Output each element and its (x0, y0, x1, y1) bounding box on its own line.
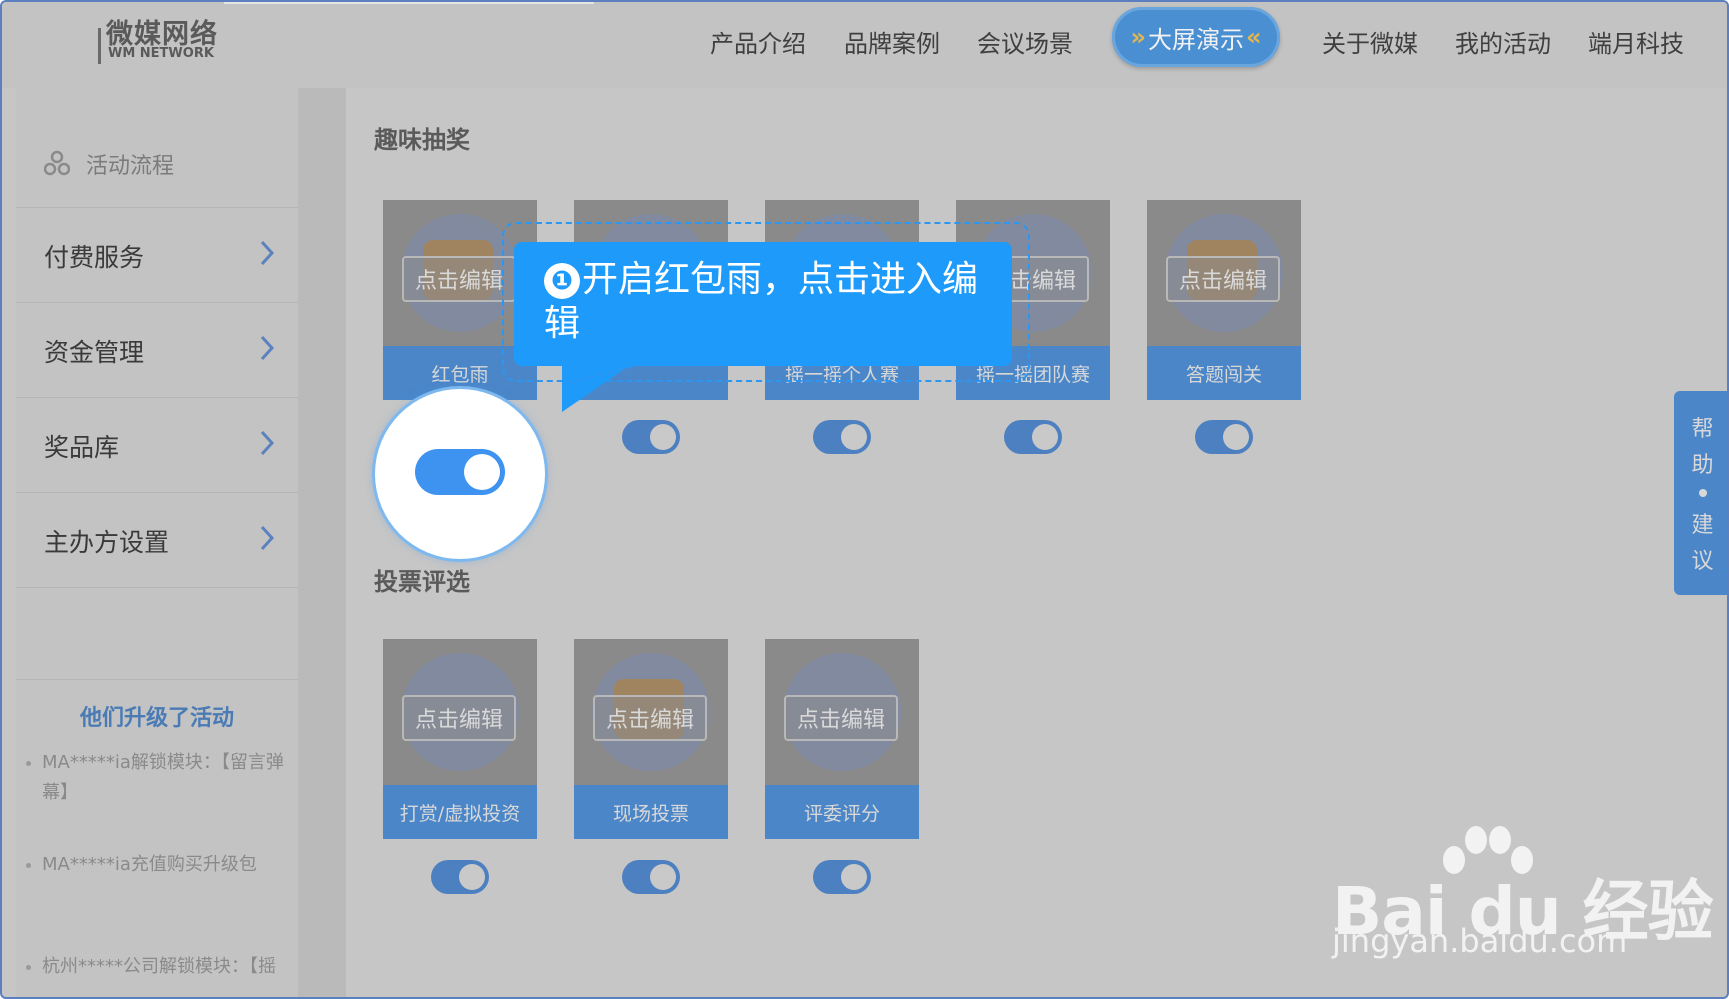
flow-icon (44, 150, 70, 176)
edit-button[interactable]: 点击编辑 (1166, 256, 1280, 302)
card-reward-investment[interactable]: 点击编辑 打赏/虚拟投资 (383, 639, 537, 839)
nav-product-intro[interactable]: 产品介绍 (710, 24, 806, 59)
header-divider (224, 2, 594, 4)
edit-button[interactable]: 点击编辑 (593, 695, 707, 741)
toggle-switch[interactable] (1195, 420, 1253, 454)
promo-item: MA*****ia充值购买升级包 (26, 850, 288, 880)
promo-text: MA*****ia解锁模块：【留言弹幕】 (42, 752, 284, 803)
sidebar-item-organizer-settings[interactable]: 主办方设置 (16, 493, 298, 588)
toggle-knob (841, 864, 867, 890)
sidebar-item-label: 活动流程 (86, 154, 175, 179)
logo[interactable]: 微媒网络 WM NETWORK (98, 10, 217, 64)
highlight-spotlight (375, 389, 545, 559)
card-judge-scoring[interactable]: 点击编辑 评委评分 (765, 639, 919, 839)
toggle-switch[interactable] (622, 860, 680, 894)
step-number-badge: ❶ (544, 263, 580, 299)
promo-item: 杭州*****公司解锁模块：【摇 (26, 952, 288, 982)
edit-button[interactable]: 点击编辑 (402, 695, 516, 741)
bullet-dot (26, 965, 31, 970)
toggle-knob (1223, 424, 1249, 450)
bullet-dot (26, 761, 31, 766)
app-window: 微媒网络 WM NETWORK 产品介绍 品牌案例 会议场景 » 大屏演示 « … (0, 0, 1729, 999)
chevron-right-icon (260, 525, 275, 551)
card-title: 评委评分 (765, 785, 919, 839)
double-chevron-left-icon: « (1246, 23, 1262, 51)
toggle-knob (459, 864, 485, 890)
help-feedback-tab[interactable]: 帮 助 建 议 (1674, 391, 1727, 595)
watermark-url: jingyan.baidu.com (1332, 922, 1628, 960)
card-quiz[interactable]: 点击编辑 答题闯关 (1147, 200, 1301, 400)
callout-pointer (562, 364, 632, 412)
promo-text: 杭州*****公司解锁模块：【摇 (42, 956, 276, 977)
toggle-knob (650, 424, 676, 450)
nav-about[interactable]: 关于微媒 (1322, 24, 1418, 59)
card-title: 答题闯关 (1147, 346, 1301, 400)
nav-brand-cases[interactable]: 品牌案例 (844, 24, 940, 59)
sidebar-item-label: 付费服务 (44, 243, 145, 272)
toggle-switch[interactable] (813, 420, 871, 454)
red-packet-rain-toggle[interactable] (415, 449, 505, 495)
toggle-switch[interactable] (431, 860, 489, 894)
chevron-right-icon (260, 430, 275, 456)
section-title-voting: 投票评选 (374, 568, 470, 596)
sidebar-empty-slot (16, 588, 298, 680)
help-char: 建 (1691, 513, 1714, 538)
help-char: 议 (1691, 549, 1714, 574)
toggle-knob (841, 424, 867, 450)
separator-dot (1698, 489, 1707, 497)
logo-text-en: WM NETWORK (108, 46, 214, 61)
chevron-right-icon (260, 240, 275, 266)
callout-text: 开启红包雨，点击进入编辑 (544, 259, 979, 344)
nav-company[interactable]: 端月科技 (1588, 24, 1684, 59)
edit-button[interactable]: 点击编辑 (784, 695, 898, 741)
nav-meeting-scenes[interactable]: 会议场景 (977, 24, 1073, 59)
toggle-switch[interactable] (813, 860, 871, 894)
sidebar-item-activity-flow[interactable]: 活动流程 (16, 118, 298, 208)
logo-bar (98, 28, 101, 64)
bullet-dot (26, 863, 31, 868)
sidebar-item-fund-management[interactable]: 资金管理 (16, 303, 298, 398)
card-title: 打赏/虚拟投资 (383, 785, 537, 839)
nav-my-activities[interactable]: 我的活动 (1455, 24, 1551, 59)
help-char: 助 (1691, 453, 1714, 478)
toggle-switch[interactable] (622, 420, 680, 454)
toggle-knob (650, 864, 676, 890)
promo-title: 他们升级了活动 (79, 706, 234, 731)
instruction-callout: ❶ 开启红包雨，点击进入编辑 (514, 242, 1012, 366)
sidebar-item-paid-services[interactable]: 付费服务 (16, 208, 298, 303)
sidebar-item-prize-library[interactable]: 奖品库 (16, 398, 298, 493)
sidebar-item-label: 资金管理 (44, 338, 145, 367)
promo-text: MA*****ia充值购买升级包 (42, 854, 257, 875)
toggle-knob (1032, 424, 1058, 450)
sidebar-item-label: 主办方设置 (44, 528, 170, 557)
sidebar-gutter (298, 88, 346, 997)
help-char: 帮 (1691, 417, 1714, 442)
nav-active-label: 大屏演示 (1148, 25, 1244, 54)
toggle-knob (464, 454, 500, 490)
double-chevron-right-icon: » (1130, 23, 1146, 51)
top-nav-bar: 微媒网络 WM NETWORK 产品介绍 品牌案例 会议场景 » 大屏演示 « … (2, 2, 1727, 88)
section-title-lottery: 趣味抽奖 (374, 126, 470, 154)
sidebar-item-label: 奖品库 (44, 433, 120, 462)
edit-button[interactable]: 点击编辑 (402, 256, 516, 302)
card-live-voting[interactable]: 点击编辑 现场投票 (574, 639, 728, 839)
baidu-watermark: Bai du 经验 jingyan.baidu.com (1332, 822, 1714, 962)
nav-big-screen-demo[interactable]: » 大屏演示 « (1112, 7, 1280, 67)
chevron-right-icon (260, 335, 275, 361)
sidebar: 活动流程 付费服务 资金管理 奖品库 主办方设置 他们升级了活动 MA*****… (16, 88, 298, 997)
toggle-switch[interactable] (1004, 420, 1062, 454)
card-title: 现场投票 (574, 785, 728, 839)
promo-item: MA*****ia解锁模块：【留言弹幕】 (26, 748, 288, 808)
